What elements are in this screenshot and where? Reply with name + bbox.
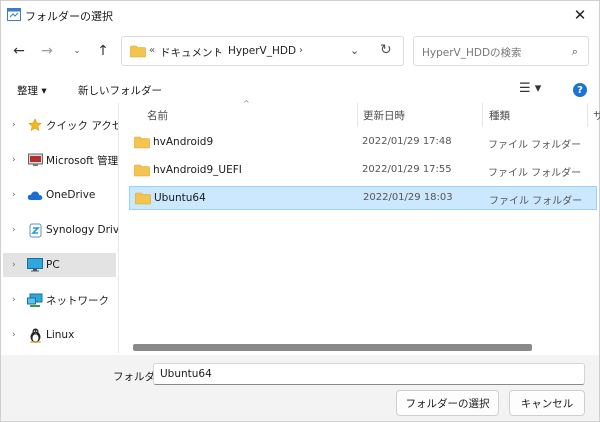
sidebar-item-label: Linux [46, 329, 75, 341]
column-divider[interactable] [357, 103, 358, 127]
column-divider[interactable] [482, 103, 483, 127]
overflow-icon[interactable]: « [149, 45, 155, 56]
recent-chevron-icon[interactable]: ⌄ [67, 41, 87, 61]
sidebar-item-synology-drive[interactable]: › Synology Drive [3, 218, 118, 242]
search-box[interactable]: HyperV_HDDの検索 ⌕ [413, 36, 589, 66]
item-name: hvAndroid9_UEFI [153, 164, 242, 176]
file-list: ^ 名前 更新日時 種類 サ hvAndroid9 2022/01/29 17:… [118, 99, 600, 353]
sidebar-item-label: Microsoft 管理コンソール [46, 154, 118, 167]
network-icon [27, 292, 43, 308]
navigation-pane: › クイック アクセス › Microsoft 管理コンソール › OneDri… [1, 103, 118, 353]
address-dropdown-icon[interactable]: ⌄ [350, 44, 359, 57]
close-icon[interactable]: ✕ [569, 5, 591, 25]
mmc-icon [27, 152, 43, 168]
column-header-size[interactable]: サ [593, 108, 600, 123]
folder-icon [135, 192, 151, 205]
dialog-app-icon [7, 8, 21, 21]
up-arrow-icon[interactable]: ↑ [93, 41, 113, 61]
breadcrumb-documents[interactable]: ドキュメント [160, 45, 223, 60]
item-date: 2022/01/29 17:48 [362, 136, 452, 147]
list-item[interactable]: hvAndroid9 2022/01/29 17:48 ファイル フォルダー [129, 131, 597, 155]
column-header-type[interactable]: 種類 [489, 108, 510, 123]
horizontal-scrollbar[interactable] [133, 344, 532, 351]
folder-name-field[interactable]: Ubuntu64 [153, 363, 585, 385]
view-options-icon[interactable]: ☰ ▾ [519, 81, 541, 96]
expand-chevron-icon[interactable]: › [12, 295, 16, 305]
breadcrumb-separator: › [299, 45, 303, 56]
forward-arrow-icon[interactable]: → [37, 41, 57, 61]
new-folder-button[interactable]: 新しいフォルダー [78, 83, 162, 98]
title-bar: フォルダーの選択 ✕ [1, 1, 599, 29]
search-icon: ⌕ [571, 45, 578, 58]
expand-chevron-icon[interactable]: › [12, 155, 16, 165]
item-type: ファイル フォルダー [488, 140, 582, 151]
column-header-name[interactable]: 名前 [147, 108, 168, 123]
column-divider[interactable] [587, 103, 588, 127]
item-name: hvAndroid9 [153, 136, 214, 148]
cancel-button[interactable]: キャンセル [509, 390, 585, 416]
star-icon [27, 117, 43, 133]
expand-chevron-icon[interactable]: › [12, 225, 16, 235]
list-item[interactable]: hvAndroid9_UEFI 2022/01/29 17:55 ファイル フォ… [129, 159, 597, 183]
item-date: 2022/01/29 18:03 [363, 192, 453, 203]
sidebar-item-microsoft-console[interactable]: › Microsoft 管理コンソール [3, 148, 118, 172]
sidebar-item-linux[interactable]: › Linux [3, 323, 116, 347]
monitor-icon [27, 257, 43, 273]
sort-ascending-icon: ^ [243, 99, 250, 108]
breadcrumb-separator: › [216, 45, 220, 56]
sidebar-item-label: クイック アクセス [46, 119, 118, 132]
command-bar: 整理 ▾ 新しいフォルダー ☰ ▾ ? [1, 75, 599, 101]
folder-icon [134, 136, 150, 149]
folder-picker-dialog: フォルダーの選択 ✕ ← → ⌄ ↑ « ドキュメント › HyperV_HDD… [0, 0, 600, 422]
folder-icon [130, 45, 146, 58]
sidebar-item-pc[interactable]: › PC [3, 253, 116, 277]
address-bar[interactable]: « ドキュメント › HyperV_HDD › ⌄ ↻ [121, 36, 404, 66]
expand-chevron-icon[interactable]: › [12, 190, 16, 200]
sidebar-item-label: Synology Drive [46, 224, 118, 236]
item-type: ファイル フォルダー [488, 168, 582, 179]
folder-icon [134, 164, 150, 177]
search-placeholder: HyperV_HDDの検索 [422, 47, 522, 59]
sidebar-item-onedrive[interactable]: › OneDrive [3, 183, 116, 207]
back-arrow-icon[interactable]: ← [9, 41, 29, 61]
item-type: ファイル フォルダー [489, 196, 583, 207]
item-name: Ubuntu64 [154, 192, 206, 204]
item-date: 2022/01/29 17:55 [362, 164, 452, 175]
sidebar-item-label: ネットワーク [46, 294, 109, 307]
synology-icon [27, 222, 43, 238]
expand-chevron-icon[interactable]: › [12, 120, 16, 130]
linux-icon [27, 327, 43, 343]
select-folder-button[interactable]: フォルダーの選択 [396, 390, 499, 416]
sidebar-item-label: PC [46, 259, 60, 271]
sidebar-item-label: OneDrive [46, 189, 96, 201]
sidebar-item-network[interactable]: › ネットワーク [3, 288, 116, 312]
list-item-selected[interactable]: Ubuntu64 2022/01/29 18:03 ファイル フォルダー [129, 186, 597, 210]
help-icon[interactable]: ? [573, 83, 587, 97]
breadcrumb-hyperv-hdd[interactable]: HyperV_HDD [228, 45, 296, 57]
refresh-icon[interactable]: ↻ [380, 42, 392, 58]
column-header-modified[interactable]: 更新日時 [363, 108, 405, 123]
expand-chevron-icon[interactable]: › [12, 260, 16, 270]
organize-button[interactable]: 整理 ▾ [17, 83, 47, 98]
sidebar-item-quick-access[interactable]: › クイック アクセス [3, 113, 118, 137]
dialog-footer: フォルダー: Ubuntu64 フォルダーの選択 キャンセル [1, 355, 599, 421]
expand-chevron-icon[interactable]: › [12, 330, 16, 340]
cloud-icon [27, 187, 43, 203]
window-title: フォルダーの選択 [25, 10, 113, 23]
